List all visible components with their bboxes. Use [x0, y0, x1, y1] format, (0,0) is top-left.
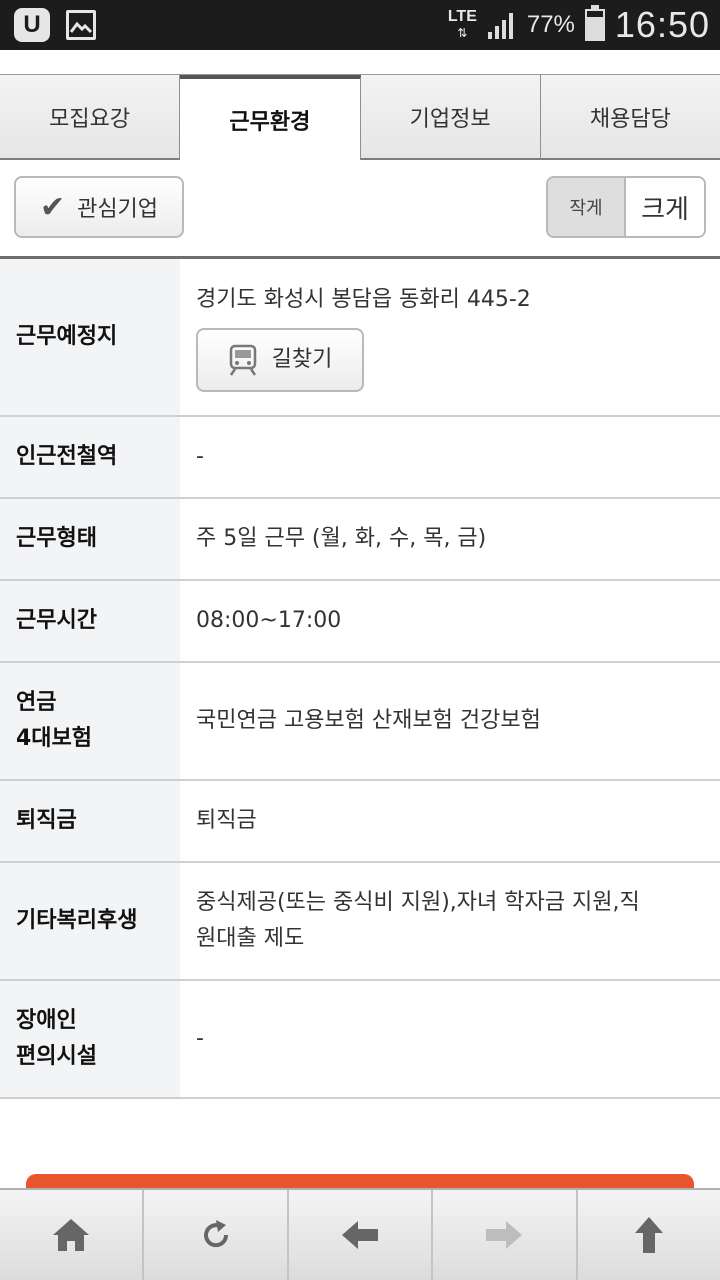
row-disability: 장애인 편의시설 - — [0, 981, 720, 1099]
severance-value: 퇴직금 — [196, 808, 257, 833]
favorite-label: 관심기업 — [77, 197, 159, 222]
clock: 16:50 — [614, 4, 710, 45]
benefits-line2: 원대출 제도 — [196, 926, 305, 951]
forward-button[interactable] — [433, 1190, 578, 1280]
directions-button[interactable]: 길찾기 — [196, 328, 364, 392]
disability-label-line2: 편의시설 — [16, 1044, 97, 1069]
back-button[interactable] — [289, 1190, 434, 1280]
benefits-label: 기타복리후생 — [0, 863, 180, 979]
row-insurance: 연금 4대보험 국민연금 고용보험 산재보험 건강보험 — [0, 663, 720, 781]
workplace-address: 경기도 화성시 봉담읍 동화리 445-2 — [196, 287, 531, 312]
disability-value: - — [196, 1026, 204, 1051]
work-hours-value: 08:00~17:00 — [196, 608, 342, 633]
row-workplace: 근무예정지 경기도 화성시 봉담읍 동화리 445-2 길찾기 — [0, 259, 720, 417]
row-severance: 퇴직금 퇴직금 — [0, 781, 720, 863]
benefits-line1: 중식제공(또는 중식비 지원),자녀 학자금 지원,직 — [196, 890, 640, 915]
bottom-nav — [0, 1188, 720, 1280]
workplace-label: 근무예정지 — [0, 259, 180, 415]
network-label: LTE — [447, 8, 477, 25]
severance-label: 퇴직금 — [0, 781, 180, 861]
workplace-value: 경기도 화성시 봉담읍 동화리 445-2 길찾기 — [180, 259, 720, 415]
station-label: 인근전철역 — [0, 417, 180, 497]
status-bar: U LTE ⇅ 77% 16:50 — [0, 0, 720, 50]
disability-label-line1: 장애인 — [16, 1008, 77, 1033]
insurance-label-line2: 4대보험 — [16, 726, 93, 751]
font-size-toggle: 작게 크게 — [546, 176, 706, 238]
disability-label: 장애인 편의시설 — [0, 981, 180, 1097]
directions-label: 길찾기 — [271, 347, 333, 372]
back-arrow-icon — [342, 1221, 379, 1249]
home-icon — [53, 1219, 90, 1251]
row-work-type: 근무형태 주 5일 근무 (월, 화, 수, 목, 금) — [0, 499, 720, 581]
insurance-label-line1: 연금 — [16, 690, 57, 715]
scroll-top-button[interactable] — [578, 1190, 720, 1280]
station-value: - — [196, 444, 204, 469]
battery-percent: 77% — [526, 11, 575, 38]
refresh-icon — [203, 1220, 228, 1248]
tab-recruitment[interactable]: 모집요강 — [0, 75, 181, 160]
row-benefits: 기타복리후생 중식제공(또는 중식비 지원),자녀 학자금 지원,직 원대출 제… — [0, 863, 720, 981]
refresh-button[interactable] — [144, 1190, 289, 1280]
font-size-small-button[interactable]: 작게 — [548, 178, 626, 236]
insurance-label: 연금 4대보험 — [0, 663, 180, 779]
home-button[interactable] — [0, 1190, 145, 1280]
work-type-value: 주 5일 근무 (월, 화, 수, 목, 금) — [196, 526, 487, 551]
benefits-value: 중식제공(또는 중식비 지원),자녀 학자금 지원,직 원대출 제도 — [180, 863, 720, 979]
row-nearby-station: 인근전철역 - — [0, 417, 720, 499]
tab-company-info[interactable]: 기업정보 — [360, 75, 541, 160]
scroll-top-icon — [634, 1217, 663, 1253]
gallery-icon — [66, 10, 96, 40]
work-environment-table: 근무예정지 경기도 화성시 봉담읍 동화리 445-2 길찾기 인근전철역 - … — [0, 256, 720, 1099]
font-size-large-button[interactable]: 크게 — [626, 178, 704, 236]
forward-arrow-icon — [486, 1221, 523, 1249]
work-type-label: 근무형태 — [0, 499, 180, 579]
tab-bar: 모집요강 근무환경 기업정보 채용담당 — [0, 74, 720, 160]
u-app-icon: U — [14, 8, 50, 42]
battery-icon — [584, 5, 605, 41]
row-work-hours: 근무시간 08:00~17:00 — [0, 581, 720, 663]
train-icon — [229, 344, 256, 376]
insurance-value: 국민연금 고용보험 산재보험 건강보험 — [196, 708, 541, 733]
favorite-company-button[interactable]: ✔ 관심기업 — [14, 176, 184, 238]
work-hours-label: 근무시간 — [0, 581, 180, 661]
tab-work-environment[interactable]: 근무환경 — [180, 75, 361, 160]
network-indicator: LTE ⇅ — [447, 8, 477, 41]
check-icon: ✔ — [39, 189, 66, 225]
tab-recruiter[interactable]: 채용담당 — [540, 75, 720, 160]
signal-icon — [487, 13, 513, 39]
